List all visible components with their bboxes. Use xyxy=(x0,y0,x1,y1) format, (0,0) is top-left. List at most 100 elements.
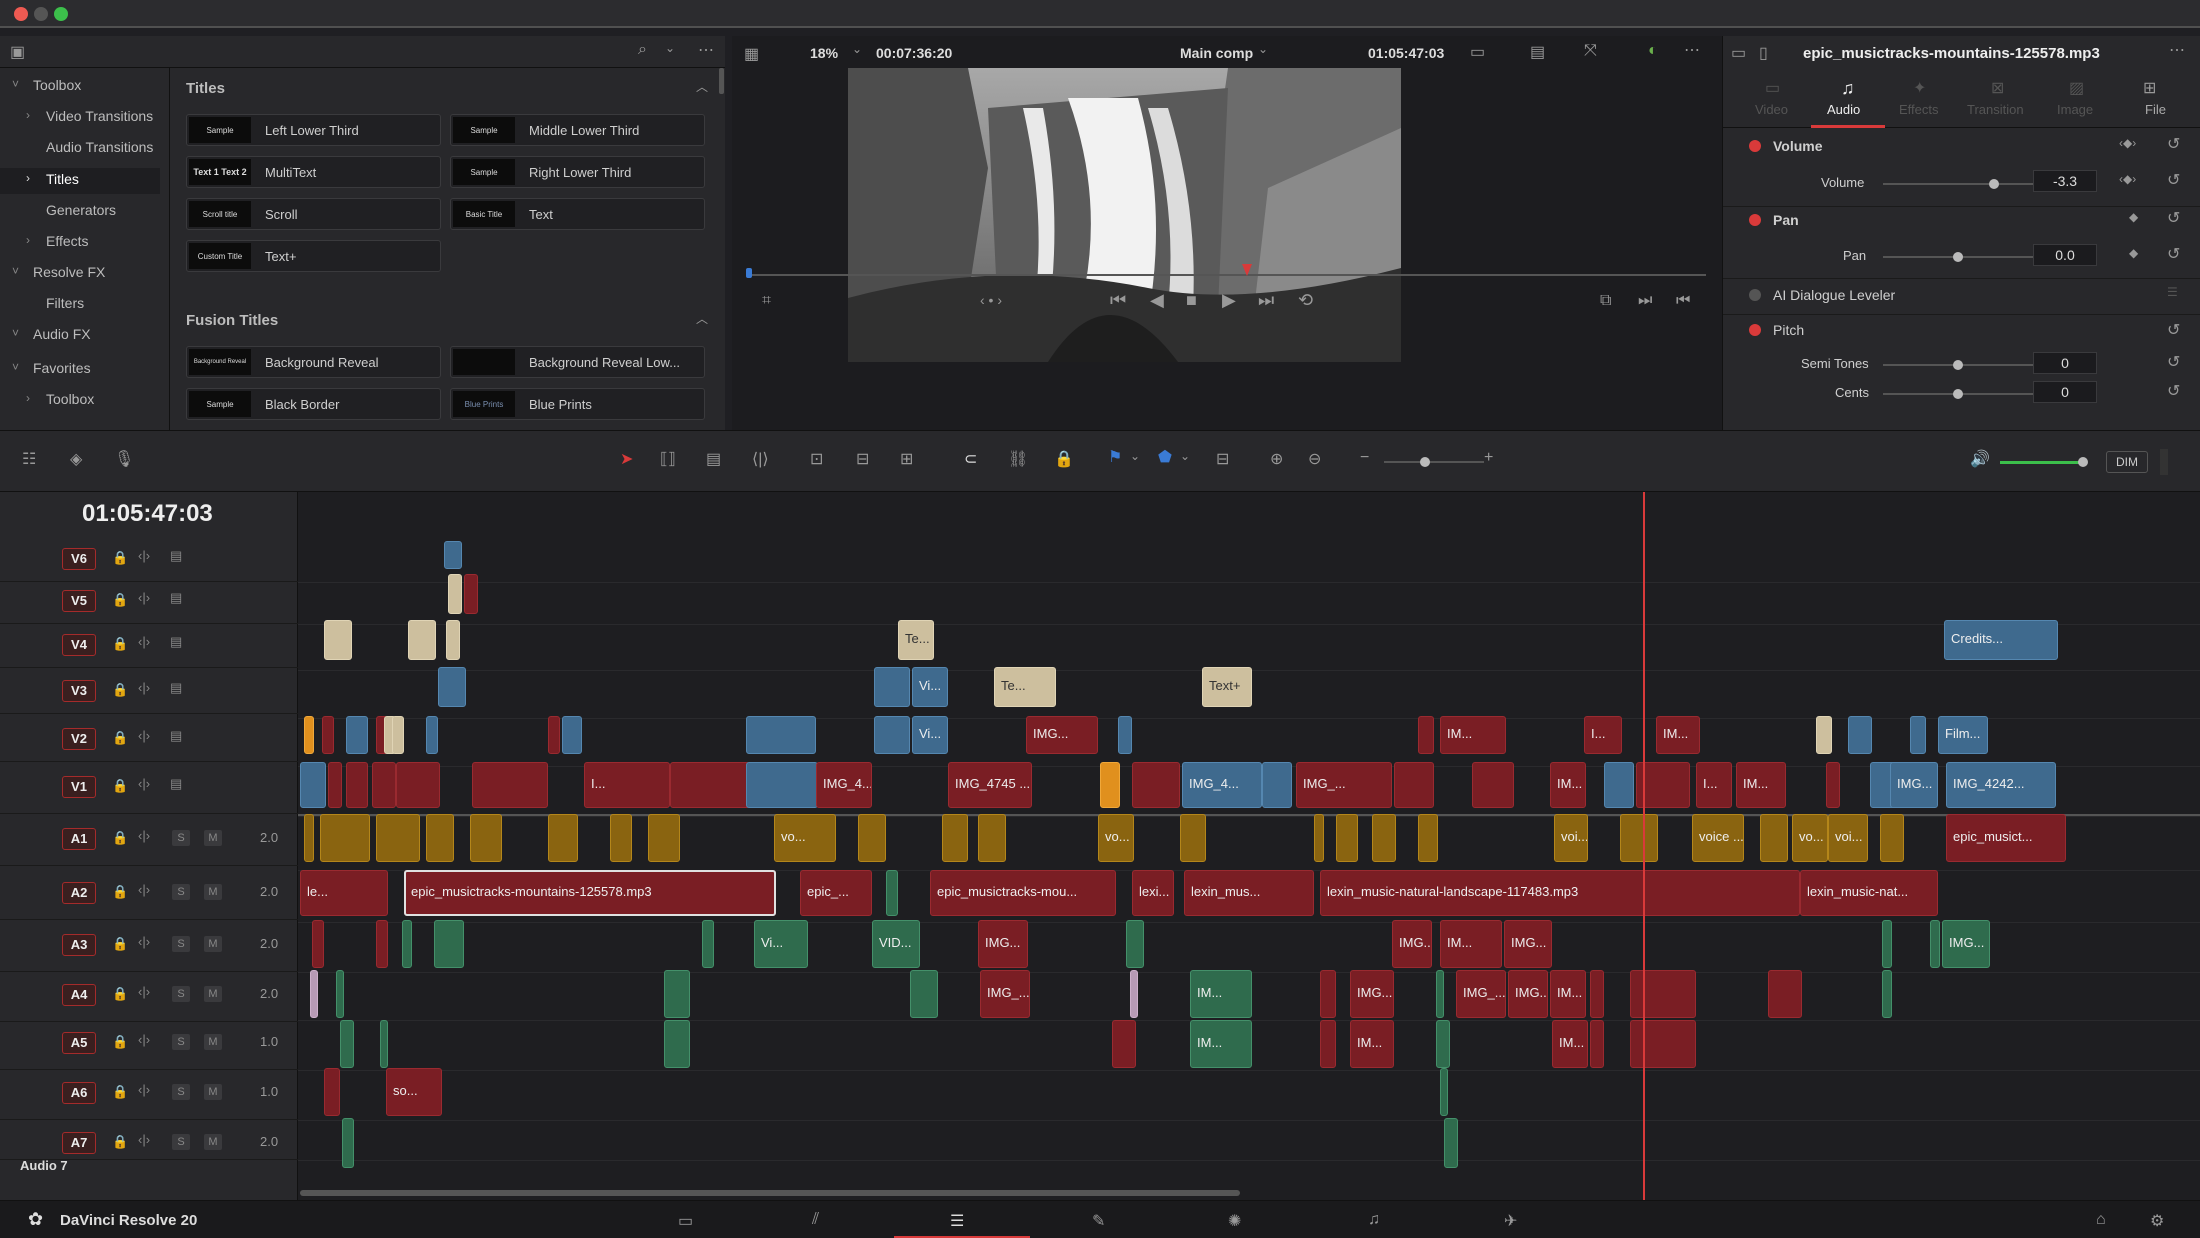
tab-video[interactable]: Video xyxy=(1755,102,1788,117)
go-to-start-icon[interactable]: ⏮ xyxy=(1110,290,1126,311)
audio-track-header[interactable]: A4 🔒 ‹|› S M 2.0 xyxy=(0,972,298,1022)
mute-button[interactable]: M xyxy=(204,936,222,952)
video-track-header[interactable]: V1 🔒 ‹|› ▤ xyxy=(0,766,298,814)
timeline-clip[interactable]: vo... xyxy=(1098,814,1134,862)
title-left-lower-third[interactable]: Sample Left Lower Third xyxy=(186,114,441,146)
auto-select-icon[interactable]: ‹|› xyxy=(138,934,150,949)
voiceover-mic-icon[interactable]: 🎙 xyxy=(114,449,134,469)
tree-item-favorites-toolbox[interactable]: Toolbox xyxy=(46,391,94,407)
auto-select-icon[interactable]: ‹|› xyxy=(138,1082,150,1097)
timeline-clip[interactable] xyxy=(320,814,370,862)
timeline-clip[interactable] xyxy=(1130,970,1138,1018)
zoom-detail-icon[interactable]: ⊕ xyxy=(1270,449,1283,469)
tree-arrow-icon[interactable]: › xyxy=(26,108,30,122)
timeline-view-options-icon[interactable]: ☷ xyxy=(22,449,36,469)
track-name-badge[interactable]: V3 xyxy=(62,680,96,702)
tab-audio[interactable]: Audio xyxy=(1827,102,1860,117)
solo-button[interactable]: S xyxy=(172,1134,190,1150)
title-right-lower-third[interactable]: Sample Right Lower Third xyxy=(450,156,705,188)
timeline-clip[interactable] xyxy=(376,814,420,862)
title-middle-lower-third[interactable]: Sample Middle Lower Third xyxy=(450,114,705,146)
effects-overlay-icon[interactable]: ▤ xyxy=(1530,42,1545,62)
timeline-clip[interactable] xyxy=(1930,920,1940,968)
next-frame-icon[interactable]: ⏭ xyxy=(1638,292,1652,310)
master-volume-knob[interactable] xyxy=(2078,457,2088,467)
track-name-badge[interactable]: A5 xyxy=(62,1032,96,1054)
tree-arrow-icon[interactable]: › xyxy=(26,233,30,247)
timeline-clip[interactable] xyxy=(858,814,886,862)
color-page-icon[interactable]: ✺ xyxy=(1228,1211,1241,1231)
timeline-clip[interactable] xyxy=(464,574,478,614)
reset-icon[interactable]: ↺ xyxy=(2167,352,2180,372)
timeline-clip[interactable]: voice ... xyxy=(1692,814,1744,862)
timeline-clip[interactable]: IMG... xyxy=(978,920,1028,968)
timeline-clip[interactable] xyxy=(886,870,898,916)
video-track-header[interactable]: V5 🔒 ‹|› ▤ xyxy=(0,580,298,624)
timeline-clip[interactable] xyxy=(1882,920,1892,968)
timeline-clip[interactable] xyxy=(312,920,324,968)
timeline-clip[interactable]: Film... xyxy=(1938,716,1988,754)
timeline-clip[interactable]: IMG_4745 ... xyxy=(948,762,1032,808)
ai-dialogue-enable-toggle[interactable] xyxy=(1749,289,1761,301)
viewer-mode-icon[interactable]: ▭ xyxy=(1470,42,1485,62)
track-name-badge[interactable]: V2 xyxy=(62,728,96,750)
edit-page-tab[interactable]: ☰ xyxy=(894,1201,1030,1238)
prev-frame-icon[interactable]: ⏮ xyxy=(1676,292,1690,310)
timeline-clip[interactable]: IMG_... xyxy=(980,970,1030,1018)
timeline-clip[interactable]: epic_musictracks-mou... xyxy=(930,870,1116,916)
timeline-clip[interactable] xyxy=(978,814,1006,862)
timeline-clip[interactable]: IMG_... xyxy=(1296,762,1392,808)
solo-button[interactable]: S xyxy=(172,986,190,1002)
timeline-clip[interactable] xyxy=(910,970,938,1018)
audio-track-header[interactable]: A5 🔒 ‹|› S M 1.0 xyxy=(0,1020,298,1070)
transform-icon[interactable]: ⤧ xyxy=(1584,42,1597,60)
timeline-clip[interactable] xyxy=(372,762,396,808)
timeline-clip[interactable] xyxy=(1336,814,1358,862)
dynamic-trim-icon[interactable]: ▤ xyxy=(706,449,721,469)
timeline-clip[interactable]: IM... xyxy=(1656,716,1700,754)
auto-select-icon[interactable]: ‹|› xyxy=(138,1132,150,1147)
master-volume-slider[interactable] xyxy=(2000,461,2082,464)
timeline-selector[interactable]: Main comp xyxy=(1180,45,1253,61)
timeline-clip[interactable]: lexin_music-nat... xyxy=(1800,870,1938,916)
inspector-split-icon[interactable]: ▯ xyxy=(1759,43,1768,63)
timeline-clip[interactable] xyxy=(380,1020,388,1068)
timeline-clip[interactable]: IM... xyxy=(1736,762,1786,808)
trim-tool-icon[interactable]: ⟦⟧ xyxy=(660,449,676,469)
timeline-clip[interactable] xyxy=(300,762,326,808)
insert-clip-icon[interactable]: ⊡ xyxy=(810,449,823,469)
timeline-clip[interactable]: IM... xyxy=(1190,970,1252,1018)
timeline-clip[interactable] xyxy=(1910,716,1926,754)
timeline-clip[interactable]: IM... xyxy=(1552,1020,1588,1068)
reset-icon[interactable]: ↺ xyxy=(2167,381,2180,401)
timeline-playhead[interactable] xyxy=(1643,492,1645,1200)
more-options-icon[interactable]: ⋯ xyxy=(2169,40,2185,60)
timeline-clip[interactable] xyxy=(1440,1068,1448,1116)
go-to-end-icon[interactable]: ⏭ xyxy=(1258,290,1274,311)
timeline-clip[interactable] xyxy=(470,814,502,862)
keyframe-icon[interactable]: ◆ xyxy=(2129,210,2138,224)
zoom-custom-icon[interactable]: ⊖ xyxy=(1308,449,1321,469)
timeline-clip[interactable] xyxy=(1882,970,1892,1018)
timeline-clip[interactable] xyxy=(392,716,404,754)
track-enable-icon[interactable]: ▤ xyxy=(170,634,182,650)
reset-icon[interactable]: ↺ xyxy=(2167,134,2180,154)
timeline-clip[interactable] xyxy=(1620,814,1658,862)
zoom-slider-knob[interactable] xyxy=(1420,457,1430,467)
timeline-clip[interactable]: IMG_4... xyxy=(1182,762,1262,808)
timeline-clip[interactable]: IMG_4242... xyxy=(1946,762,2056,808)
auto-select-icon[interactable]: ‹|› xyxy=(138,728,150,743)
timeline-clip[interactable] xyxy=(472,762,548,808)
timeline-clip[interactable] xyxy=(1630,1020,1696,1068)
mute-button[interactable]: M xyxy=(204,884,222,900)
timeline-clip[interactable] xyxy=(434,920,464,968)
timeline-clip[interactable]: Vi... xyxy=(754,920,808,968)
home-icon[interactable]: ⌂ xyxy=(2096,1211,2106,1229)
timeline-clip[interactable]: IMG... xyxy=(1350,970,1394,1018)
mute-button[interactable]: M xyxy=(204,1134,222,1150)
timeline-clip[interactable]: IMG... xyxy=(1508,970,1548,1018)
timeline-clip[interactable] xyxy=(1180,814,1206,862)
timeline-clip[interactable] xyxy=(1760,814,1788,862)
timeline-clip[interactable] xyxy=(1262,762,1292,808)
zoom-level[interactable]: 18% xyxy=(810,45,838,61)
